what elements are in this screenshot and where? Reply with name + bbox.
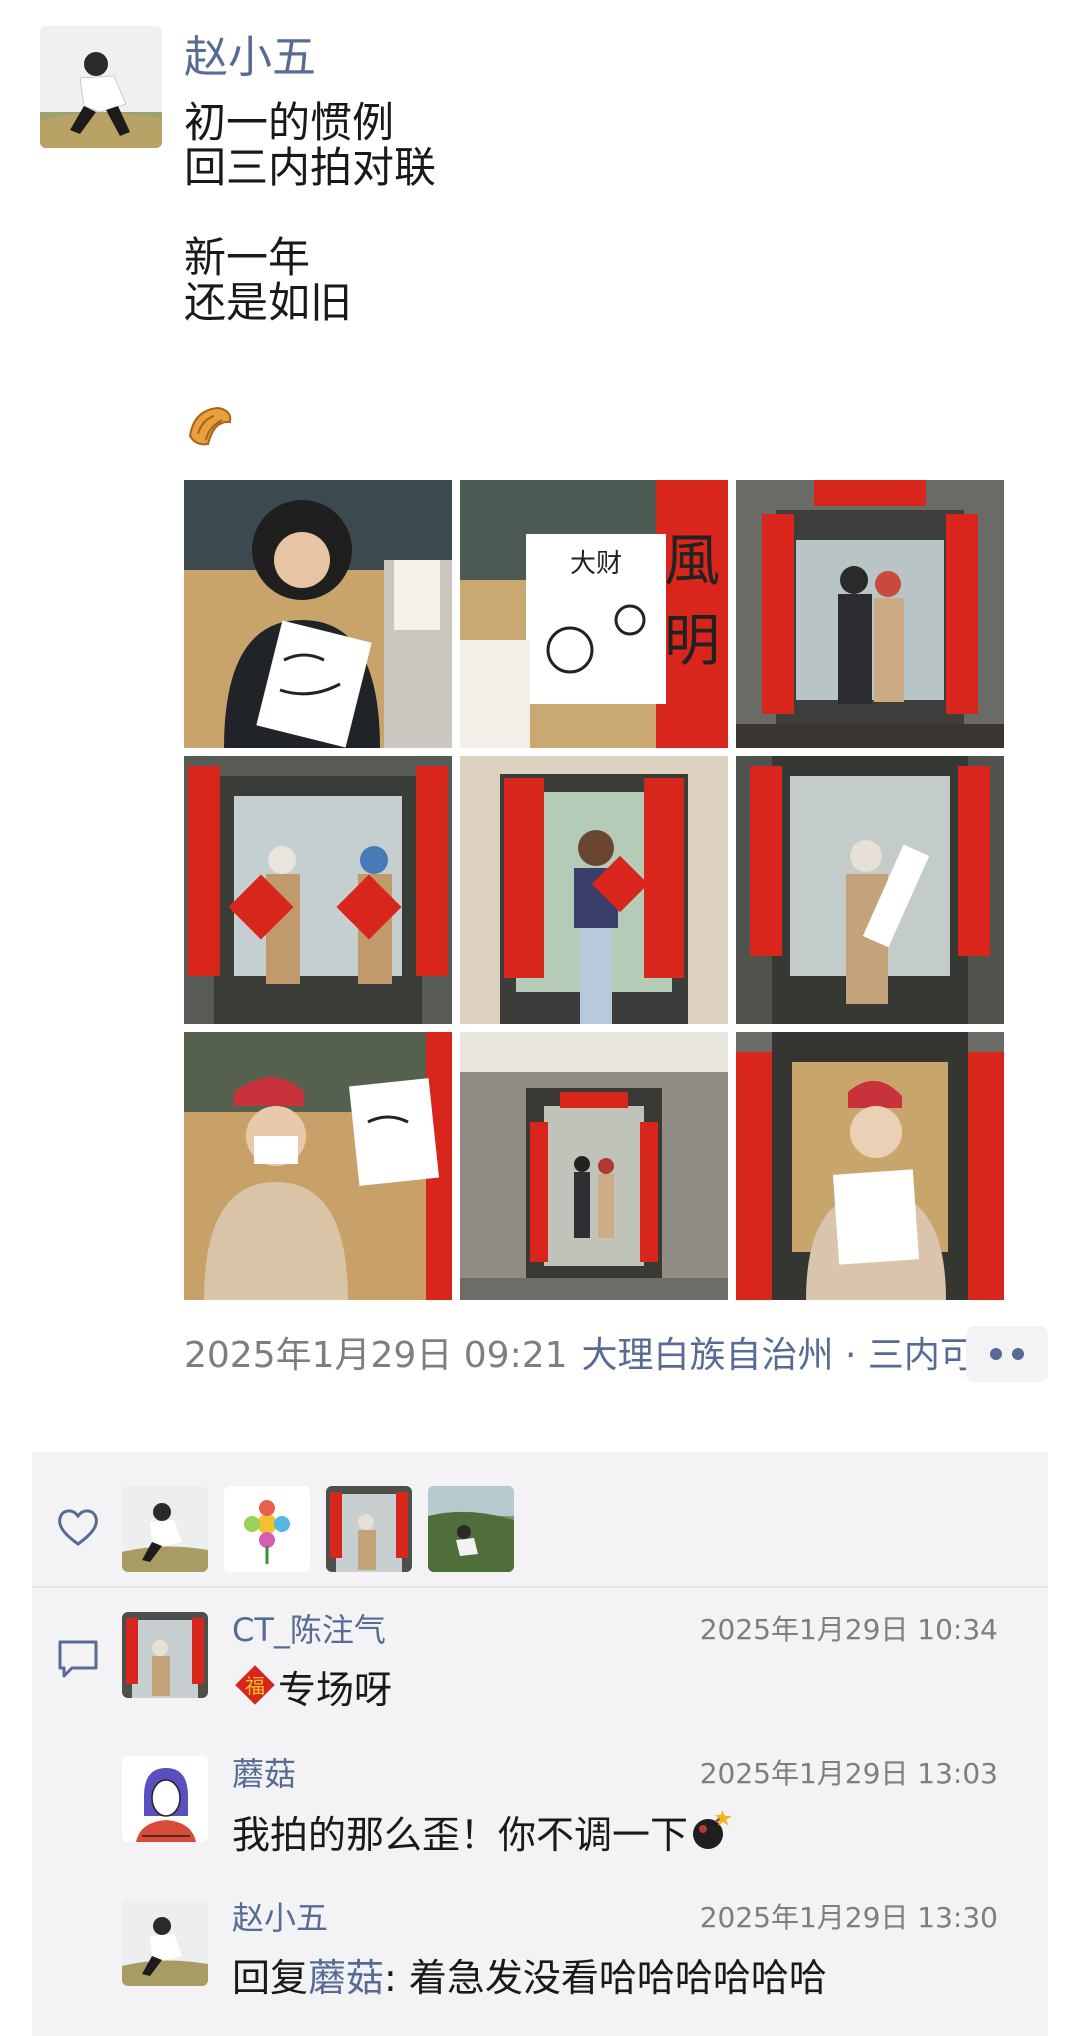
comment-author[interactable]: 赵小五 (232, 1896, 328, 1940)
croissant-icon (184, 400, 236, 452)
like-avatar-1[interactable] (122, 1486, 208, 1572)
reply-prefix: 回复 (232, 1956, 309, 2000)
svg-text:明: 明 (664, 609, 720, 674)
author-name[interactable]: 赵小五 (184, 28, 316, 88)
like-avatar-2[interactable] (224, 1486, 310, 1572)
reply-separator: : (384, 1956, 409, 2000)
reply-to-user[interactable]: 蘑菇 (308, 1956, 384, 2000)
comment-text: 我拍的那么歪！你不调一下 (232, 1806, 736, 1869)
comment-icon (54, 1636, 102, 1680)
photo-5[interactable] (460, 756, 728, 1024)
comment-text-content: 我拍的那么歪！你不调一下 (232, 1813, 689, 1857)
post-text: 初一的惯例 回三内拍对联 新一年 还是如旧 (184, 98, 437, 327)
comment-text: 回复蘑菇: 着急发没看哈哈哈哈哈哈 (232, 1950, 827, 2006)
photo-9[interactable] (736, 1032, 1004, 1300)
comment-avatar[interactable] (122, 1900, 208, 1986)
photo-7[interactable] (184, 1032, 452, 1300)
dot-icon (1012, 1348, 1024, 1360)
photo-2[interactable]: 風 明 大财 (460, 480, 728, 748)
post-meta: 2025年1月29日 09:21 大理白族自治州 · 三内可 (184, 1330, 966, 1382)
more-actions-button[interactable] (966, 1326, 1048, 1382)
post-time: 2025年1月29日 09:21 (184, 1335, 568, 1376)
comment-avatar[interactable] (122, 1756, 208, 1842)
like-avatar-3[interactable] (326, 1486, 412, 1572)
author-avatar[interactable] (40, 26, 162, 148)
photo-8[interactable] (460, 1032, 728, 1300)
photo-3[interactable] (736, 480, 1004, 748)
comment-avatar[interactable] (122, 1612, 208, 1698)
comment-author[interactable]: CT_陈注气 (232, 1608, 386, 1652)
comment-time: 2025年1月29日 13:30 (699, 1901, 998, 1934)
comment-text-content: 着急发没看哈哈哈哈哈哈 (408, 1956, 827, 2000)
heart-icon (54, 1504, 102, 1552)
photo-1[interactable] (184, 480, 452, 748)
dot-icon (990, 1348, 1002, 1360)
svg-text:福: 福 (245, 1674, 265, 1698)
photo-6[interactable] (736, 756, 1004, 1024)
fu-icon: 福 (232, 1662, 278, 1723)
comment-text-content: 专场呀 (278, 1668, 393, 1712)
svg-text:風: 風 (664, 529, 720, 594)
comment-text: 福 专场呀 (232, 1662, 392, 1723)
comment-time: 2025年1月29日 10:34 (699, 1613, 998, 1646)
panel-divider (32, 1586, 1048, 1588)
comment-time: 2025年1月29日 13:03 (699, 1757, 998, 1790)
comment-author[interactable]: 蘑菇 (232, 1752, 296, 1796)
post-location[interactable]: 大理白族自治州 · 三内可 (582, 1335, 966, 1376)
photo-4[interactable] (184, 756, 452, 1024)
bomb-icon (688, 1806, 736, 1869)
svg-text:大财: 大财 (570, 549, 622, 579)
like-avatar-4[interactable] (428, 1486, 514, 1572)
